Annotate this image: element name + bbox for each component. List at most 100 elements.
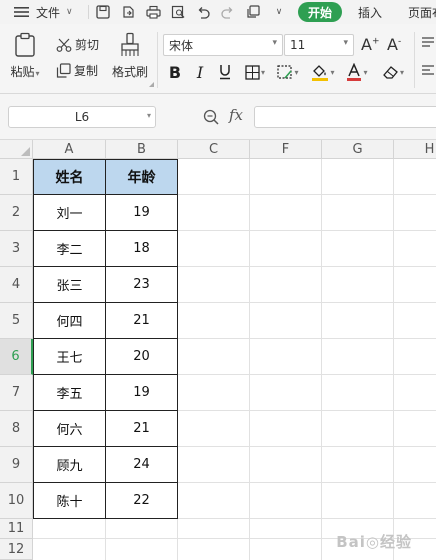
row-header[interactable]: 11 bbox=[0, 519, 33, 539]
zoom-lookup-icon[interactable] bbox=[203, 109, 219, 129]
gridline bbox=[393, 159, 394, 560]
font-color-button[interactable]: ▾ bbox=[342, 61, 372, 83]
copy-format-icon[interactable] bbox=[244, 0, 262, 24]
baidu-jingyan-watermark-logo: Bai◎经验 bbox=[336, 533, 412, 551]
table-cell-name[interactable]: 李五 bbox=[33, 375, 106, 411]
row-header[interactable]: 12 bbox=[0, 539, 33, 560]
name-box-value: L6 bbox=[74, 110, 90, 124]
column-header-a[interactable]: A bbox=[33, 140, 106, 159]
paintbrush-icon bbox=[121, 32, 139, 56]
column-header-b[interactable]: B bbox=[106, 140, 178, 159]
copy-icon bbox=[56, 63, 71, 78]
tab-start[interactable]: 开始 bbox=[298, 2, 343, 22]
table-cell-name[interactable]: 陈十 bbox=[33, 483, 106, 519]
table-cell-age[interactable]: 23 bbox=[106, 267, 178, 303]
gridline bbox=[321, 159, 322, 560]
row-header[interactable]: 4 bbox=[0, 267, 33, 303]
clipboard-group-expander-icon[interactable] bbox=[149, 82, 154, 87]
redo-icon[interactable] bbox=[219, 0, 237, 24]
table-cell-name[interactable]: 顾九 bbox=[33, 447, 106, 483]
cut-button[interactable]: 剪切 bbox=[56, 36, 99, 53]
fill-color-button[interactable]: ▾ bbox=[307, 61, 339, 83]
font-name-value: 宋体 bbox=[169, 38, 194, 53]
underline-button[interactable] bbox=[215, 61, 235, 83]
menu-bar: 文件 ∨ ∨ 开始 插入 页面布 bbox=[0, 0, 436, 24]
chevron-down-icon: ▾ bbox=[272, 38, 277, 48]
scissors-icon bbox=[56, 38, 72, 52]
tab-insert[interactable]: 插入 bbox=[358, 0, 382, 24]
row-header-active[interactable]: 6 bbox=[0, 339, 33, 375]
undo-icon[interactable] bbox=[194, 0, 212, 24]
bold-button[interactable]: B bbox=[166, 61, 184, 83]
underline-icon bbox=[220, 65, 230, 80]
column-header-g[interactable]: G bbox=[322, 140, 394, 159]
row-header[interactable]: 9 bbox=[0, 447, 33, 483]
export-icon[interactable] bbox=[119, 0, 137, 24]
row-header[interactable]: 1 bbox=[0, 159, 33, 195]
copy-button[interactable]: 复制 bbox=[56, 62, 98, 79]
table-header-age[interactable]: 年龄 bbox=[106, 159, 178, 195]
format-painter-button[interactable]: 格式刷 bbox=[110, 32, 150, 80]
select-all-corner[interactable] bbox=[0, 140, 33, 159]
paste-button[interactable]: 粘贴▾ bbox=[10, 32, 40, 80]
align-left-button[interactable] bbox=[421, 64, 435, 78]
customize-chevron-icon[interactable]: ∨ bbox=[270, 0, 288, 24]
tab-page-layout[interactable]: 页面布 bbox=[408, 0, 436, 24]
table-cell-age[interactable]: 19 bbox=[106, 375, 178, 411]
copy-label: 复制 bbox=[74, 64, 99, 78]
table-cell-name[interactable]: 何六 bbox=[33, 411, 106, 447]
insert-function-button[interactable]: fx bbox=[229, 106, 243, 124]
font-shrink-icon: A- bbox=[387, 35, 402, 54]
align-top-button[interactable] bbox=[421, 36, 435, 50]
font-color-icon bbox=[347, 63, 362, 81]
format-painter-label: 格式刷 bbox=[111, 65, 148, 79]
hamburger-menu-icon[interactable] bbox=[14, 0, 30, 24]
table-cell-age[interactable]: 19 bbox=[106, 195, 178, 231]
row-header[interactable]: 5 bbox=[0, 303, 33, 339]
table-cell-name[interactable]: 王七 bbox=[33, 339, 106, 375]
table-cell-name[interactable]: 刘一 bbox=[33, 195, 106, 231]
file-menu[interactable]: 文件 ∨ bbox=[36, 0, 73, 24]
fill-bucket-icon bbox=[312, 65, 329, 81]
column-header-c[interactable]: C bbox=[178, 140, 250, 159]
row-header[interactable]: 8 bbox=[0, 411, 33, 447]
row-header[interactable]: 3 bbox=[0, 231, 33, 267]
table-cell-age[interactable]: 21 bbox=[106, 303, 178, 339]
table-cell-age[interactable]: 18 bbox=[106, 231, 178, 267]
borders-icon bbox=[245, 64, 260, 80]
row-header[interactable]: 2 bbox=[0, 195, 33, 231]
table-cell-name[interactable]: 何四 bbox=[33, 303, 106, 339]
table-cell-age[interactable]: 21 bbox=[106, 411, 178, 447]
italic-icon: I bbox=[196, 62, 204, 82]
print-icon[interactable] bbox=[144, 0, 162, 24]
file-menu-label: 文件 bbox=[36, 5, 61, 20]
table-cell-name[interactable]: 李二 bbox=[33, 231, 106, 267]
clear-format-button[interactable]: ▾ bbox=[377, 61, 409, 83]
formula-input[interactable] bbox=[254, 106, 436, 128]
row-header[interactable]: 7 bbox=[0, 375, 33, 411]
cell-style-icon bbox=[277, 64, 293, 79]
save-icon[interactable] bbox=[94, 0, 112, 24]
gridline bbox=[249, 159, 250, 560]
cell-style-button[interactable]: ▾ bbox=[273, 61, 303, 83]
table-cell-age[interactable]: 20 bbox=[106, 339, 178, 375]
increase-font-size-button[interactable]: A+ bbox=[361, 35, 380, 54]
borders-button[interactable]: ▾ bbox=[240, 61, 270, 83]
decrease-font-size-button[interactable]: A- bbox=[387, 35, 401, 54]
paste-label: 粘贴 bbox=[10, 65, 35, 79]
print-preview-icon[interactable] bbox=[169, 0, 187, 24]
table-cell-name[interactable]: 张三 bbox=[33, 267, 106, 303]
divider bbox=[414, 32, 415, 88]
font-name-select[interactable]: 宋体 ▾ bbox=[163, 34, 283, 56]
table-header-name[interactable]: 姓名 bbox=[33, 159, 106, 195]
table-cell-age[interactable]: 24 bbox=[106, 447, 178, 483]
eraser-icon bbox=[383, 65, 398, 79]
name-box[interactable]: L6 ▾ bbox=[8, 106, 156, 128]
column-header-f[interactable]: F bbox=[250, 140, 322, 159]
align-lines-icon bbox=[422, 37, 434, 47]
row-header[interactable]: 10 bbox=[0, 483, 33, 519]
font-size-select[interactable]: 11 ▾ bbox=[284, 34, 354, 56]
table-cell-age[interactable]: 22 bbox=[106, 483, 178, 519]
column-header-h[interactable]: H bbox=[394, 140, 436, 159]
italic-button[interactable]: I bbox=[191, 61, 209, 83]
